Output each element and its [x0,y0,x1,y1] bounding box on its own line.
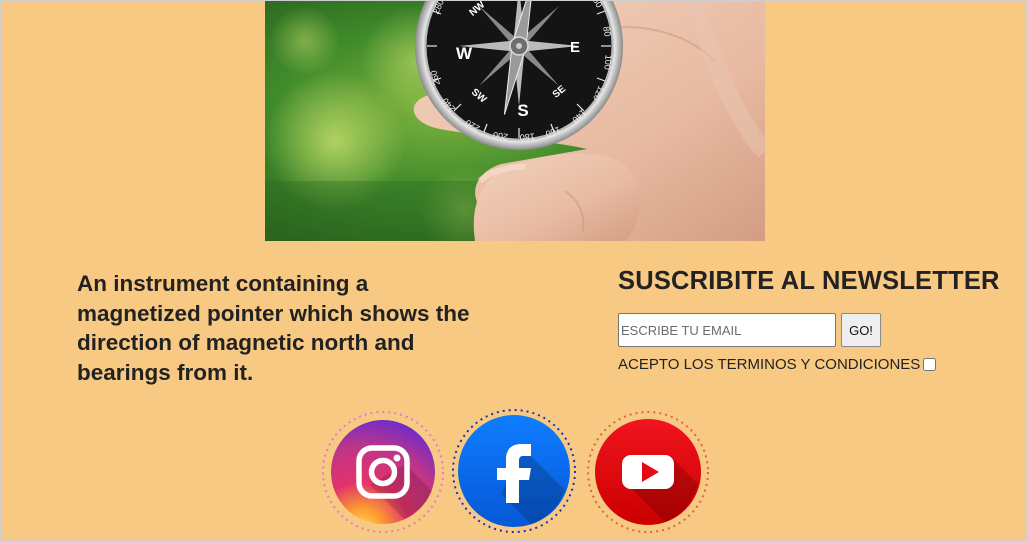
subscribe-button[interactable]: GO! [841,313,881,347]
instagram-button[interactable] [320,409,446,535]
compass-mark: E [570,39,580,56]
social-links [1,409,1027,539]
compass-mark: W [456,44,473,63]
terms-checkbox[interactable] [923,358,937,371]
degree-mark: 100 [602,54,613,70]
newsletter-title: SUSCRIBITE AL NEWSLETTER [618,267,1000,295]
newsletter-section: SUSCRIBITE AL NEWSLETTER GO! ACEPTO LOS … [618,267,1018,373]
youtube-button[interactable] [585,409,711,535]
facebook-button[interactable] [451,408,577,534]
compass-mark: S [517,101,528,120]
degree-mark: 180 [519,131,535,142]
facebook-icon [452,409,576,533]
youtube-icon [587,411,709,533]
degree-mark: 80 [601,26,613,38]
compass-in-hand-image: 300 280 260 240 220 200 180 160 140 120 … [265,1,765,241]
page-frame: 300 280 260 240 220 200 180 160 140 120 … [0,0,1027,541]
hero-image: 300 280 260 240 220 200 180 160 140 120 … [265,1,765,241]
terms-row: ACEPTO LOS TERMINOS Y CONDICIONES [618,356,937,373]
newsletter-form: GO! [618,313,881,347]
product-description: An instrument containing a magnetized po… [77,271,470,385]
email-input[interactable] [618,313,836,347]
terms-label: ACEPTO LOS TERMINOS Y CONDICIONES [618,356,921,373]
instagram-icon [322,411,444,533]
